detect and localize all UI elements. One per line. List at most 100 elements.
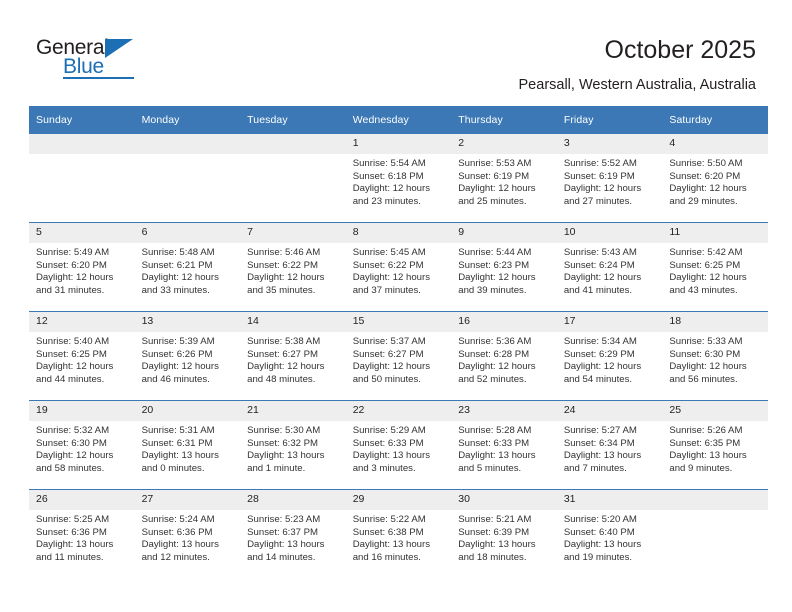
day-details: Sunrise: 5:48 AM Sunset: 6:21 PM Daylight:… bbox=[135, 243, 241, 297]
day-number: 8 bbox=[345, 223, 452, 243]
sunrise-time: Sunrise: 5:20 AM bbox=[563, 514, 637, 525]
day-details: Sunrise: 5:29 AM Sunset: 6:33 PM Daylight:… bbox=[346, 421, 452, 475]
general-blue-logo[interactable]: General Blue bbox=[36, 36, 156, 79]
daylight-duration-line1: Daylight: 12 hours bbox=[563, 183, 642, 195]
daylight-duration-line2: and 39 minutes. bbox=[458, 284, 527, 296]
sunrise-time: Sunrise: 5:53 AM bbox=[458, 158, 532, 169]
sunrise-time: Sunrise: 5:30 AM bbox=[247, 425, 321, 436]
calendar-day-cell[interactable]: 10 Sunrise: 5:43 AM Sunset: 6:24 PM Dayligh… bbox=[556, 222, 663, 312]
calendar-day-cell[interactable]: 6 Sunrise: 5:48 AM Sunset: 6:21 PM Daylight… bbox=[134, 222, 241, 312]
day-details: Sunrise: 5:21 AM Sunset: 6:39 PM Daylight:… bbox=[451, 510, 557, 564]
weekday-header-friday: Friday bbox=[556, 106, 663, 134]
blue-triangle-icon bbox=[105, 39, 133, 58]
daylight-duration-line1: Daylight: 12 hours bbox=[669, 272, 747, 284]
daylight-duration-line2: and 0 minutes. bbox=[141, 462, 205, 474]
daylight-duration-line1: Daylight: 12 hours bbox=[458, 183, 536, 195]
daylight-duration-line2: and 9 minutes. bbox=[669, 462, 733, 474]
calendar-day-cell[interactable]: 27 Sunrise: 5:24 AM Sunset: 6:36 PM Dayligh… bbox=[134, 489, 241, 578]
calendar-day-cell[interactable]: 14 Sunrise: 5:38 AM Sunset: 6:27 PM Dayligh… bbox=[240, 311, 346, 401]
day-details: Sunrise: 5:32 AM Sunset: 6:30 PM Daylight:… bbox=[29, 421, 135, 475]
daylight-duration-line1: Daylight: 12 hours bbox=[247, 361, 325, 373]
calendar-day-cell[interactable]: 28 Sunrise: 5:23 AM Sunset: 6:37 PM Dayligh… bbox=[240, 489, 346, 578]
calendar-day-cell[interactable]: 16 Sunrise: 5:36 AM Sunset: 6:28 PM Dayligh… bbox=[451, 311, 557, 401]
daylight-duration-line1: Daylight: 12 hours bbox=[458, 361, 536, 373]
calendar-day-cell[interactable]: 23 Sunrise: 5:28 AM Sunset: 6:33 PM Dayligh… bbox=[451, 400, 557, 490]
day-number: 5 bbox=[29, 223, 135, 243]
calendar-day-cell[interactable]: 1 Sunrise: 5:54 AM Sunset: 6:18 PM Daylight… bbox=[345, 134, 452, 223]
sunrise-time: Sunrise: 5:23 AM bbox=[247, 514, 321, 525]
sunset-time: Sunset: 6:22 PM bbox=[247, 259, 319, 271]
daylight-duration-line2: and 52 minutes. bbox=[458, 373, 527, 385]
daylight-duration-line1: Daylight: 13 hours bbox=[352, 450, 431, 462]
calendar-day-cell[interactable]: 13 Sunrise: 5:39 AM Sunset: 6:26 PM Dayligh… bbox=[134, 311, 241, 401]
calendar-day-cell[interactable]: 8 Sunrise: 5:45 AM Sunset: 6:22 PM Daylight… bbox=[345, 222, 452, 312]
calendar-day-cell[interactable]: 12 Sunrise: 5:40 AM Sunset: 6:25 PM Dayligh… bbox=[29, 311, 135, 401]
calendar-day-cell[interactable]: 19 Sunrise: 5:32 AM Sunset: 6:30 PM Dayligh… bbox=[29, 400, 135, 490]
sunset-time: Sunset: 6:30 PM bbox=[36, 437, 107, 449]
calendar-day-cell[interactable]: 26 Sunrise: 5:25 AM Sunset: 6:36 PM Dayligh… bbox=[29, 489, 135, 578]
daylight-duration-line2: and 29 minutes. bbox=[669, 195, 738, 207]
calendar-week-row: 1 Sunrise: 5:54 AM Sunset: 6:18 PM Daylight… bbox=[29, 134, 768, 223]
day-details: Sunrise: 5:46 AM Sunset: 6:22 PM Daylight:… bbox=[240, 243, 346, 297]
day-details: Sunrise: 5:49 AM Sunset: 6:20 PM Daylight:… bbox=[29, 243, 135, 297]
calendar-day-cell[interactable]: 11 Sunrise: 5:42 AM Sunset: 6:25 PM Dayligh… bbox=[662, 222, 768, 312]
sunrise-time: Sunrise: 5:31 AM bbox=[141, 425, 215, 436]
day-details: Sunrise: 5:42 AM Sunset: 6:25 PM Daylight:… bbox=[662, 243, 768, 297]
calendar-day-cell[interactable]: 15 Sunrise: 5:37 AM Sunset: 6:27 PM Dayligh… bbox=[345, 311, 452, 401]
calendar-day-cell[interactable]: 2 Sunrise: 5:53 AM Sunset: 6:19 PM Daylight… bbox=[451, 134, 557, 223]
calendar-day-cell[interactable]: 24 Sunrise: 5:27 AM Sunset: 6:34 PM Dayligh… bbox=[556, 400, 663, 490]
sunrise-time: Sunrise: 5:34 AM bbox=[563, 336, 637, 347]
sunset-time: Sunset: 6:28 PM bbox=[458, 348, 530, 360]
day-details: Sunrise: 5:23 AM Sunset: 6:37 PM Daylight:… bbox=[240, 510, 346, 564]
day-number: 31 bbox=[556, 490, 663, 510]
daylight-duration-line1: Daylight: 13 hours bbox=[247, 539, 325, 551]
calendar-day-cell[interactable]: 3 Sunrise: 5:52 AM Sunset: 6:19 PM Daylight… bbox=[556, 134, 663, 223]
weekday-header-wednesday: Wednesday bbox=[345, 106, 452, 134]
calendar-day-cell[interactable]: 18 Sunrise: 5:33 AM Sunset: 6:30 PM Dayligh… bbox=[662, 311, 768, 401]
daylight-duration-line1: Daylight: 12 hours bbox=[458, 272, 536, 284]
daylight-duration-line1: Daylight: 13 hours bbox=[458, 539, 536, 551]
calendar-day-cell[interactable]: 30 Sunrise: 5:21 AM Sunset: 6:39 PM Dayligh… bbox=[451, 489, 557, 578]
day-details: Sunrise: 5:27 AM Sunset: 6:34 PM Daylight:… bbox=[557, 421, 663, 475]
sunrise-time: Sunrise: 5:25 AM bbox=[36, 514, 110, 525]
calendar-day-cell[interactable]: 25 Sunrise: 5:26 AM Sunset: 6:35 PM Dayligh… bbox=[662, 400, 768, 490]
daylight-duration-line2: and 58 minutes. bbox=[36, 462, 105, 474]
sunset-time: Sunset: 6:33 PM bbox=[458, 437, 530, 449]
day-number: 25 bbox=[662, 401, 768, 421]
day-number: 3 bbox=[556, 134, 663, 154]
day-number: 9 bbox=[451, 223, 557, 243]
calendar-day-cell[interactable]: 4 Sunrise: 5:50 AM Sunset: 6:20 PM Daylight… bbox=[662, 134, 768, 223]
calendar-day-cell[interactable]: 17 Sunrise: 5:34 AM Sunset: 6:29 PM Dayligh… bbox=[556, 311, 663, 401]
daylight-duration-line1: Daylight: 13 hours bbox=[141, 450, 219, 462]
calendar-day-cell[interactable]: 9 Sunrise: 5:44 AM Sunset: 6:23 PM Daylight… bbox=[451, 222, 557, 312]
day-number: 15 bbox=[345, 312, 452, 332]
sunrise-time: Sunrise: 5:28 AM bbox=[458, 425, 532, 436]
calendar-day-cell[interactable]: 31 Sunrise: 5:20 AM Sunset: 6:40 PM Dayligh… bbox=[556, 489, 663, 578]
day-number: 18 bbox=[662, 312, 768, 332]
day-number: 30 bbox=[451, 490, 557, 510]
day-details: Sunrise: 5:26 AM Sunset: 6:35 PM Daylight:… bbox=[662, 421, 768, 475]
calendar-day-cell[interactable]: 29 Sunrise: 5:22 AM Sunset: 6:38 PM Dayligh… bbox=[345, 489, 452, 578]
sunrise-time: Sunrise: 5:39 AM bbox=[141, 336, 215, 347]
calendar-week-row: 26 Sunrise: 5:25 AM Sunset: 6:36 PM Dayligh… bbox=[29, 489, 768, 578]
weekday-header-row: Sunday Monday Tuesday Wednesday Thursday… bbox=[29, 106, 768, 134]
daylight-duration-line1: Daylight: 12 hours bbox=[669, 183, 747, 195]
calendar-day-cell[interactable]: 5 Sunrise: 5:49 AM Sunset: 6:20 PM Daylight… bbox=[29, 222, 135, 312]
calendar-day-cell[interactable]: 7 Sunrise: 5:46 AM Sunset: 6:22 PM Daylight… bbox=[240, 222, 346, 312]
calendar-day-cell[interactable]: 21 Sunrise: 5:30 AM Sunset: 6:32 PM Dayligh… bbox=[240, 400, 346, 490]
sunset-time: Sunset: 6:20 PM bbox=[36, 259, 107, 271]
calendar-day-cell[interactable]: 20 Sunrise: 5:31 AM Sunset: 6:31 PM Dayligh… bbox=[134, 400, 241, 490]
sunrise-time: Sunrise: 5:49 AM bbox=[36, 247, 110, 258]
sunrise-time: Sunrise: 5:48 AM bbox=[141, 247, 215, 258]
day-number bbox=[29, 134, 135, 154]
calendar-day-cell[interactable]: 22 Sunrise: 5:29 AM Sunset: 6:33 PM Dayligh… bbox=[345, 400, 452, 490]
day-number: 12 bbox=[29, 312, 135, 332]
day-details: Sunrise: 5:37 AM Sunset: 6:27 PM Daylight:… bbox=[346, 332, 452, 386]
sunrise-time: Sunrise: 5:37 AM bbox=[352, 336, 426, 347]
day-number: 11 bbox=[662, 223, 768, 243]
daylight-duration-line2: and 23 minutes. bbox=[352, 195, 421, 207]
daylight-duration-line1: Daylight: 13 hours bbox=[563, 450, 642, 462]
daylight-duration-line2: and 1 minute. bbox=[247, 462, 306, 474]
day-number: 7 bbox=[240, 223, 346, 243]
daylight-duration-line2: and 5 minutes. bbox=[458, 462, 522, 474]
